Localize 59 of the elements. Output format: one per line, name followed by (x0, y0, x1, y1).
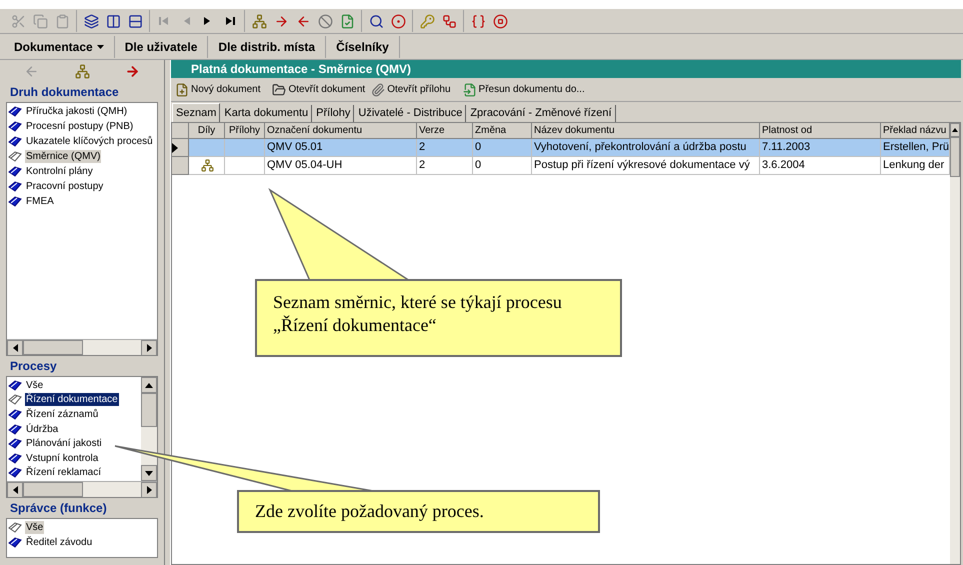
table-cell: Postup při řízení výkresové dokumentace vý (532, 157, 760, 175)
splitter[interactable] (164, 60, 171, 565)
menu-item[interactable]: Dokumentace (4, 36, 115, 58)
list-item[interactable]: Ukazatele klíčových procesů (25, 135, 154, 148)
menu-item[interactable]: Dle distrib. místa (208, 36, 326, 58)
list-item[interactable]: Vstupní kontrola (25, 452, 100, 465)
table-cell: 2 (417, 157, 473, 175)
new-document-icon (175, 82, 189, 96)
section-heading: Druh dokumentace (9, 84, 120, 101)
tree-icon[interactable] (74, 64, 90, 78)
scroll-up-icon[interactable] (952, 128, 958, 132)
table-cell: 0 (473, 157, 532, 175)
list-item[interactable]: Kontrolní plány (25, 165, 94, 178)
horizontal-scrollbar[interactable] (7, 339, 158, 355)
list-item[interactable]: Plánování jakosti (25, 437, 103, 450)
toolbar-button[interactable]: Přesun dokumentu do... (460, 80, 587, 100)
tab[interactable]: Seznam (172, 103, 220, 122)
list-item[interactable]: Údržba (25, 422, 60, 436)
toolbar-button[interactable]: Otevřít dokument (270, 80, 368, 100)
menu-item[interactable]: Dle uživatele (114, 36, 208, 58)
list-item[interactable]: Směrnice (QMV) (25, 150, 102, 163)
list-item[interactable]: Řízení záznamů (25, 408, 100, 421)
table-row[interactable]: QMV 05.01 2 0 Vyhotovení, překontrolování a údržba postu 7.11.2003 Erstellen, Prü (172, 139, 950, 157)
list-item[interactable]: Pracovní postupy (25, 180, 104, 193)
vertical-scrollbar[interactable] (141, 377, 158, 481)
scroll-left-icon[interactable] (12, 486, 18, 494)
table-cell: QMV 05.04-UH (265, 157, 417, 175)
scroll-thumb[interactable] (950, 137, 960, 177)
row-pointer-icon (172, 142, 178, 152)
callout: Zde zvolíte požadovaný proces. (237, 490, 600, 533)
scroll-right-icon[interactable] (146, 344, 152, 352)
move-document-icon (462, 82, 477, 96)
list-item[interactable]: Řízení reklamací (25, 466, 102, 480)
scroll-up-icon[interactable] (145, 382, 154, 388)
table-row[interactable]: QMV 05.04-UH 2 0 Postup při řízení výkresové dokumentace vý 3.6.2004 Lenkung der (172, 157, 950, 175)
row-selector[interactable] (172, 139, 189, 157)
section-heading: Procesy (9, 358, 58, 375)
table-cell: 3.6.2004 (760, 157, 881, 175)
scroll-left-icon[interactable] (12, 344, 18, 352)
paperclip-icon (371, 82, 386, 96)
list-item[interactable]: FMEA (25, 195, 55, 208)
toolbar-button[interactable]: Otevřít přílohu (369, 80, 453, 100)
list-item[interactable]: Vše (25, 378, 44, 392)
menu-item[interactable]: Číselníky (326, 36, 400, 58)
list-item[interactable]: Vše (25, 521, 44, 534)
vertical-scrollbar[interactable] (950, 123, 960, 564)
open-document-icon (272, 82, 286, 96)
section-heading: Správce (funkce) (9, 500, 108, 517)
scroll-right-icon[interactable] (146, 486, 152, 494)
arrow-right-icon[interactable] (125, 64, 140, 78)
list-item[interactable]: Příručka jakosti (QMH) (25, 105, 128, 118)
panel-title: Platná dokumentace - Směrnice (QMV) (171, 60, 961, 78)
list-item[interactable]: Řízení dokumentace (25, 393, 119, 406)
toolbar-button[interactable]: Nový dokument (173, 80, 262, 100)
list-item[interactable]: Ředitel závodu (25, 536, 94, 549)
horizontal-scrollbar[interactable] (7, 481, 158, 497)
list-item[interactable]: Procesní postupy (PNB) (25, 120, 134, 133)
table-cell (225, 157, 265, 175)
scroll-down-icon[interactable] (145, 470, 154, 476)
